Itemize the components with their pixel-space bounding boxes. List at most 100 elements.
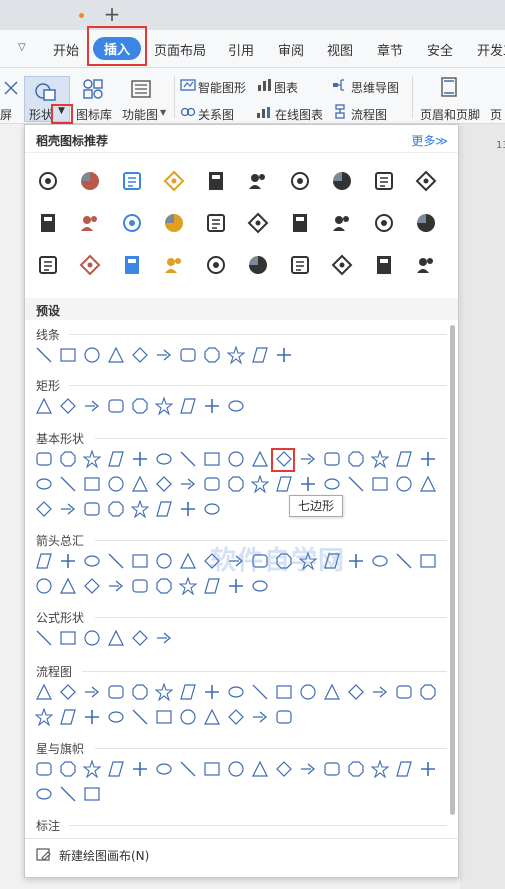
shape-option[interactable] <box>155 552 173 570</box>
shape-option[interactable] <box>107 683 125 701</box>
shape-option[interactable] <box>203 450 221 468</box>
shape-option[interactable] <box>227 760 245 778</box>
shape-option[interactable] <box>371 450 389 468</box>
shape-option[interactable] <box>59 450 77 468</box>
home-icon[interactable] <box>414 253 438 277</box>
shape-option[interactable] <box>227 577 245 595</box>
contact-card-icon[interactable] <box>288 211 312 235</box>
function-chart-icon[interactable] <box>130 78 152 100</box>
shape-option[interactable] <box>131 450 149 468</box>
shape-option[interactable] <box>179 708 197 726</box>
shape-option[interactable] <box>179 346 197 364</box>
presentation-icon[interactable] <box>120 253 144 277</box>
shape-option[interactable] <box>155 450 173 468</box>
shape-option[interactable] <box>59 760 77 778</box>
shape-option[interactable] <box>155 577 173 595</box>
shape-option[interactable] <box>155 500 173 518</box>
shape-option[interactable] <box>59 346 77 364</box>
shape-option[interactable] <box>35 475 53 493</box>
shape-option[interactable] <box>323 760 341 778</box>
podium-icon[interactable] <box>246 169 270 193</box>
shape-option[interactable] <box>395 475 413 493</box>
shape-option[interactable] <box>179 475 197 493</box>
document-area[interactable] <box>460 124 505 889</box>
shape-option[interactable] <box>35 760 53 778</box>
shape-option[interactable] <box>155 760 173 778</box>
shape-option[interactable] <box>83 683 101 701</box>
pie-chart-icon[interactable] <box>78 169 102 193</box>
header-footer-icon[interactable] <box>438 76 460 98</box>
header-footer-label[interactable]: 页眉和页脚 <box>420 106 480 123</box>
shape-option[interactable] <box>59 500 77 518</box>
camera-icon[interactable] <box>414 169 438 193</box>
shape-option[interactable] <box>107 552 125 570</box>
menu-security[interactable]: 安全 <box>427 40 453 59</box>
flag-icon[interactable] <box>120 169 144 193</box>
shape-option[interactable] <box>395 683 413 701</box>
sale-sign-icon[interactable] <box>78 253 102 277</box>
shape-option[interactable] <box>275 475 293 493</box>
shape-option[interactable] <box>179 450 197 468</box>
shape-option[interactable] <box>131 708 149 726</box>
function-chart-label[interactable]: 功能图 <box>122 106 158 123</box>
panel-scrollbar[interactable] <box>450 325 455 815</box>
worker-icon[interactable] <box>330 253 354 277</box>
shape-option[interactable] <box>347 475 365 493</box>
hourglass-icon[interactable] <box>36 253 60 277</box>
shape-option[interactable] <box>107 500 125 518</box>
function-chart-arrow-icon[interactable]: ▼ <box>160 108 166 117</box>
shape-option[interactable] <box>131 475 149 493</box>
shape-option[interactable] <box>131 629 149 647</box>
users-icon[interactable] <box>372 169 396 193</box>
shape-option[interactable] <box>83 708 101 726</box>
shape-option[interactable] <box>107 475 125 493</box>
shape-option[interactable] <box>203 577 221 595</box>
shape-option[interactable] <box>35 500 53 518</box>
shape-option[interactable] <box>419 475 437 493</box>
shape-option[interactable] <box>35 450 53 468</box>
shape-option[interactable] <box>419 683 437 701</box>
shape-option[interactable] <box>203 397 221 415</box>
shape-option[interactable] <box>59 629 77 647</box>
pin-icon[interactable] <box>36 169 60 193</box>
shape-option[interactable] <box>299 683 317 701</box>
online-chart-label[interactable]: 在线图表 <box>275 106 323 123</box>
shopping-bag-icon[interactable] <box>372 211 396 235</box>
shape-option[interactable] <box>35 629 53 647</box>
shape-option[interactable] <box>323 475 341 493</box>
ribbon-cut-left[interactable]: 屏 <box>0 106 12 123</box>
shape-option[interactable] <box>131 552 149 570</box>
mindmap-icon[interactable] <box>332 77 348 93</box>
flowchart-label[interactable]: 流程图 <box>351 106 387 123</box>
shape-option[interactable] <box>395 450 413 468</box>
shape-option[interactable] <box>323 450 341 468</box>
hexagon-badge-icon[interactable] <box>246 211 270 235</box>
shape-option[interactable] <box>35 397 53 415</box>
shape-option[interactable] <box>83 475 101 493</box>
target-icon[interactable] <box>204 211 228 235</box>
shape-option[interactable] <box>203 500 221 518</box>
icon-library-icon[interactable] <box>82 78 104 100</box>
shape-option[interactable] <box>275 450 293 468</box>
shape-option[interactable] <box>155 475 173 493</box>
new-drawing-canvas-item[interactable]: 新建绘图画布(N) <box>59 847 149 864</box>
shape-option[interactable] <box>275 346 293 364</box>
shape-option[interactable] <box>251 450 269 468</box>
shape-option[interactable] <box>179 552 197 570</box>
shape-option[interactable] <box>203 346 221 364</box>
shape-option[interactable] <box>107 577 125 595</box>
shape-option[interactable] <box>59 475 77 493</box>
shape-option[interactable] <box>131 397 149 415</box>
shape-option[interactable] <box>347 760 365 778</box>
flowchart-icon[interactable] <box>332 104 348 120</box>
shape-option[interactable] <box>155 629 173 647</box>
shape-option[interactable] <box>395 552 413 570</box>
online-chart-icon[interactable] <box>256 104 272 120</box>
car-icon[interactable] <box>78 211 102 235</box>
shape-option[interactable] <box>347 450 365 468</box>
menu-view[interactable]: 视图 <box>327 40 353 59</box>
shape-option[interactable] <box>227 683 245 701</box>
shape-option[interactable] <box>227 450 245 468</box>
shape-option[interactable] <box>131 500 149 518</box>
note-edit-icon[interactable] <box>414 211 438 235</box>
